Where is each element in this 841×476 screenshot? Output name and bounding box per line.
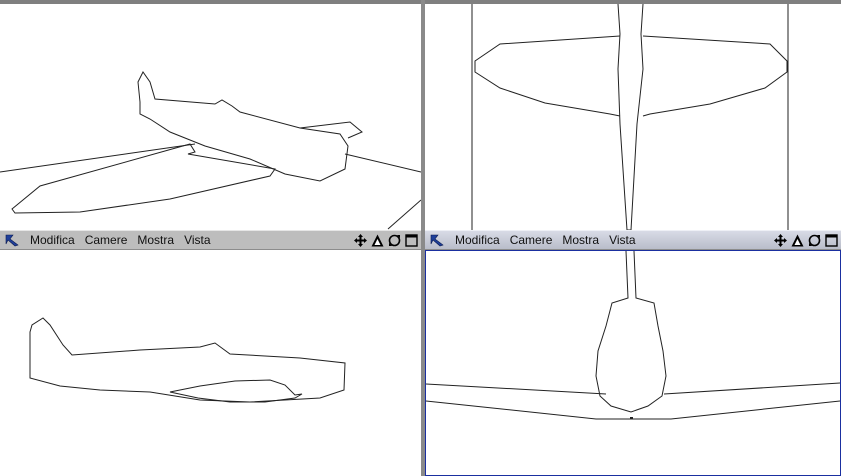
menu-vista[interactable]: Vista: [179, 233, 215, 247]
perspective-viewport[interactable]: [0, 4, 421, 230]
cinema-app-icon[interactable]: [428, 231, 446, 249]
maximize-view-icon[interactable]: [404, 232, 419, 248]
menu-modifica[interactable]: Modifica: [25, 233, 80, 247]
menu-mostra[interactable]: Mostra: [557, 233, 604, 247]
front-viewport[interactable]: [425, 250, 841, 476]
menu-mostra[interactable]: Mostra: [132, 233, 179, 247]
viewport-menubar-right: Modifica Camere Mostra Vista: [425, 230, 841, 250]
scale-view-icon[interactable]: [370, 232, 385, 248]
view-navigation-controls: [353, 232, 419, 248]
menu-camere[interactable]: Camere: [80, 233, 133, 247]
menu-modifica[interactable]: Modifica: [450, 233, 505, 247]
viewport-menubar-left: Modifica Camere Mostra Vista: [0, 230, 421, 250]
maximize-view-icon[interactable]: [824, 232, 839, 248]
rotate-view-icon[interactable]: [387, 232, 402, 248]
menu-vista[interactable]: Vista: [604, 233, 640, 247]
cinema-app-icon[interactable]: [3, 231, 21, 249]
move-view-icon[interactable]: [353, 232, 368, 248]
rotate-view-icon[interactable]: [807, 232, 822, 248]
top-viewport[interactable]: [425, 4, 841, 230]
side-viewport[interactable]: [0, 250, 421, 476]
view-navigation-controls: [773, 232, 839, 248]
move-view-icon[interactable]: [773, 232, 788, 248]
scale-view-icon[interactable]: [790, 232, 805, 248]
menu-camere[interactable]: Camere: [505, 233, 558, 247]
